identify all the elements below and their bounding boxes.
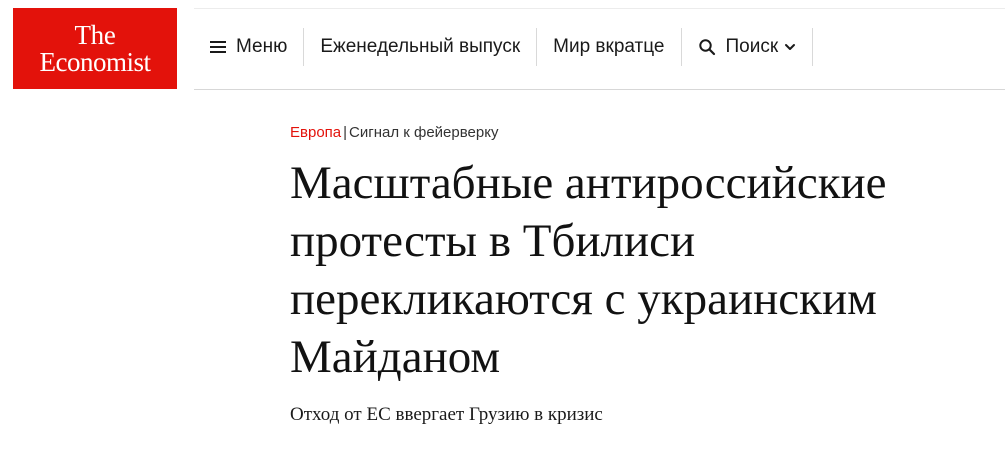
world-brief-link[interactable]: Мир вкратце [537,28,680,66]
rubric-separator: | [343,124,348,141]
economist-logo[interactable]: The Economist [13,8,177,89]
logo-line-2: Economist [39,47,152,77]
article-headline: Масштабные антироссийские протесты в Тби… [290,157,887,383]
weekly-edition-link[interactable]: Еженедельный выпуск [304,28,536,66]
chevron-down-icon [785,44,796,50]
nav-bottom-divider [194,89,1005,90]
menu-label: Меню [236,36,288,57]
search-button[interactable]: Поиск [682,28,813,66]
search-label: Поиск [725,36,779,57]
article-header: Европа | Сигнал к фейерверку Масштабные ан… [290,122,980,428]
nav-top-divider [194,8,1005,9]
search-icon [698,39,715,56]
main-navigation: Меню Еженедельный выпуск Мир вкратце Пои… [194,28,814,66]
flytitle: Сигнал к фейерверку [349,124,499,141]
world-brief-label: Мир вкратце [553,36,665,57]
section-link[interactable]: Европа [290,124,341,141]
weekly-edition-label: Еженедельный выпуск [320,36,521,57]
menu-button[interactable]: Меню [194,28,303,66]
menu-icon [210,41,226,53]
article-rubric: Европа | Сигнал к фейерверку [290,122,980,144]
logo-line-1: The [74,20,116,50]
nav-divider [812,28,814,66]
article-subheadline: Отход от ЕС ввергает Грузию в кризис [290,404,603,425]
